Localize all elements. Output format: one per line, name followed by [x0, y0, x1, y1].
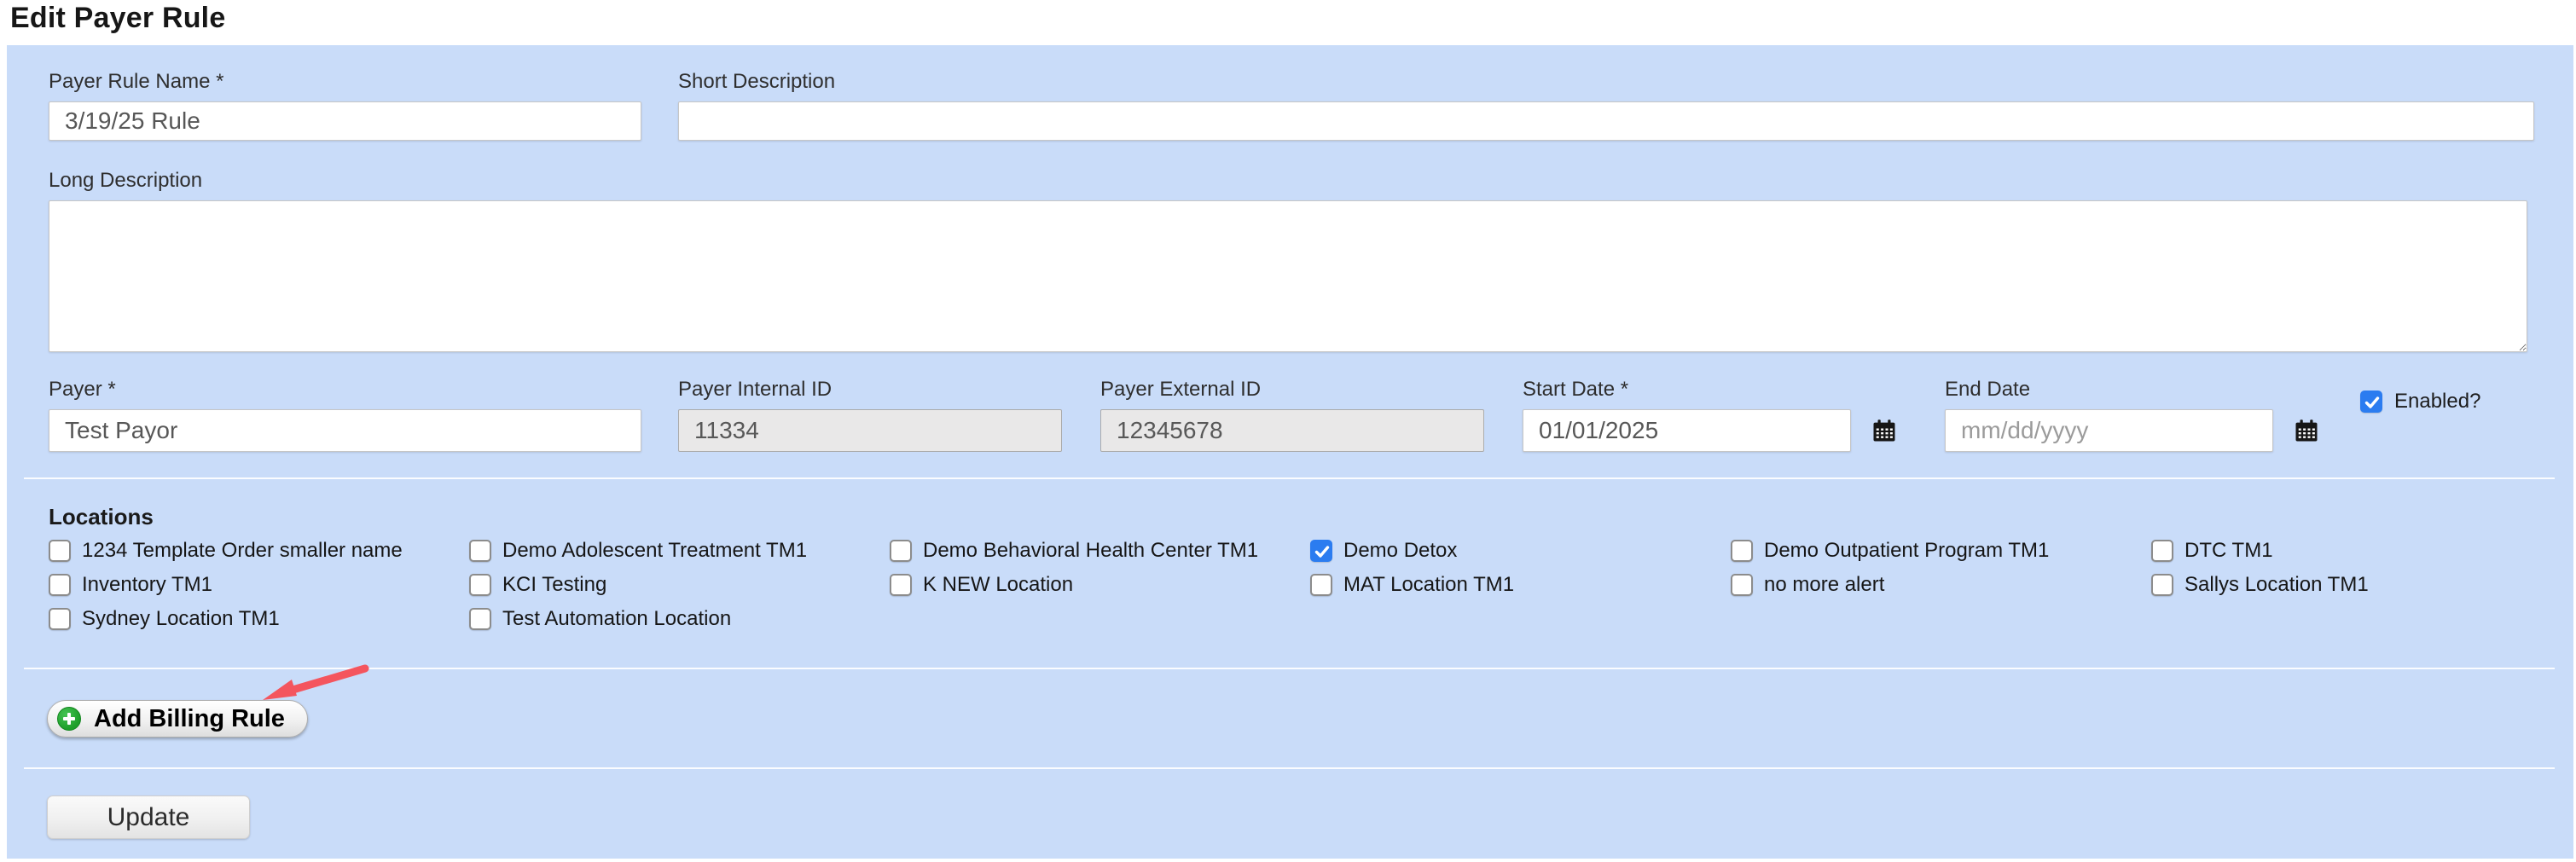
long-description-field: Long Description	[49, 169, 2527, 352]
location-checkbox[interactable]	[49, 574, 71, 596]
location-option[interactable]: 1234 Template Order smaller name	[49, 540, 469, 562]
location-option[interactable]: MAT Location TM1	[1310, 574, 1731, 596]
location-checkbox[interactable]	[2151, 574, 2173, 596]
start-date-input[interactable]	[1523, 409, 1851, 452]
add-billing-rule-button[interactable]: Add Billing Rule	[47, 700, 308, 738]
check-icon	[2363, 393, 2382, 412]
divider	[24, 767, 2555, 769]
update-button[interactable]: Update	[47, 795, 250, 839]
location-option[interactable]: Sydney Location TM1	[49, 608, 469, 630]
end-date-calendar-button[interactable]	[2294, 418, 2319, 443]
payer-rule-name-label: Payer Rule Name *	[49, 70, 641, 94]
location-option[interactable]: Demo Outpatient Program TM1	[1731, 540, 2151, 562]
end-date-input[interactable]	[1945, 409, 2273, 452]
payer-internal-id-label: Payer Internal ID	[678, 378, 1062, 402]
calendar-icon	[1871, 418, 1897, 443]
location-label: DTC TM1	[2184, 539, 2273, 563]
location-label: Sallys Location TM1	[2184, 573, 2369, 597]
location-label: no more alert	[1764, 573, 1884, 597]
payer-rule-form-panel: Payer Rule Name * Short Description Long…	[7, 45, 2573, 859]
location-label: K NEW Location	[923, 573, 1073, 597]
location-checkbox[interactable]	[49, 540, 71, 562]
location-label: 1234 Template Order smaller name	[82, 539, 403, 563]
payer-input[interactable]	[49, 409, 641, 452]
short-description-label: Short Description	[678, 70, 2534, 94]
end-date-label: End Date	[1945, 378, 2319, 402]
location-label: KCI Testing	[502, 573, 606, 597]
red-annotation-arrow-icon	[252, 661, 372, 705]
location-option[interactable]: Test Automation Location	[469, 608, 890, 630]
enabled-group[interactable]: Enabled?	[2360, 390, 2480, 414]
location-option[interactable]: Demo Behavioral Health Center TM1	[890, 540, 1310, 562]
location-label: Sydney Location TM1	[82, 607, 280, 631]
payer-label: Payer *	[49, 378, 641, 402]
enabled-label: Enabled?	[2394, 390, 2480, 414]
payer-field: Payer *	[49, 378, 641, 452]
location-checkbox[interactable]	[2151, 540, 2173, 562]
end-date-field: End Date	[1945, 378, 2319, 452]
location-option[interactable]: K NEW Location	[890, 574, 1310, 596]
location-checkbox[interactable]	[49, 608, 71, 630]
locations-grid: 1234 Template Order smaller name Demo Ad…	[49, 540, 2572, 630]
location-checkbox[interactable]	[469, 574, 491, 596]
divider	[24, 668, 2555, 669]
location-label: Inventory TM1	[82, 573, 212, 597]
add-billing-rule-label: Add Billing Rule	[94, 705, 285, 733]
location-checkbox[interactable]	[1310, 540, 1332, 562]
payer-external-id-field: Payer External ID	[1100, 378, 1484, 452]
location-option[interactable]: Sallys Location TM1	[2151, 574, 2572, 596]
payer-external-id-label: Payer External ID	[1100, 378, 1484, 402]
location-option[interactable]: no more alert	[1731, 574, 2151, 596]
location-option[interactable]: DTC TM1	[2151, 540, 2572, 562]
payer-internal-id-field: Payer Internal ID	[678, 378, 1062, 452]
location-label: MAT Location TM1	[1343, 573, 1514, 597]
location-checkbox[interactable]	[890, 540, 912, 562]
start-date-field: Start Date *	[1523, 378, 1897, 452]
calendar-icon	[2294, 418, 2319, 443]
short-description-field: Short Description	[678, 70, 2534, 141]
check-icon	[1313, 542, 1332, 561]
location-checkbox[interactable]	[890, 574, 912, 596]
location-option[interactable]: Demo Detox	[1310, 540, 1731, 562]
location-checkbox[interactable]	[1731, 540, 1753, 562]
locations-heading: Locations	[49, 504, 154, 530]
enabled-checkbox[interactable]	[2360, 391, 2382, 413]
location-checkbox[interactable]	[1731, 574, 1753, 596]
page-title: Edit Payer Rule	[10, 2, 225, 35]
plus-icon	[57, 707, 81, 731]
location-checkbox[interactable]	[469, 608, 491, 630]
payer-rule-name-input[interactable]	[49, 101, 641, 141]
location-option[interactable]: Inventory TM1	[49, 574, 469, 596]
location-label: Demo Behavioral Health Center TM1	[923, 539, 1258, 563]
long-description-textarea[interactable]	[49, 200, 2527, 352]
location-label: Demo Detox	[1343, 539, 1457, 563]
location-label: Test Automation Location	[502, 607, 731, 631]
location-label: Demo Outpatient Program TM1	[1764, 539, 2049, 563]
long-description-label: Long Description	[49, 169, 2527, 193]
location-option[interactable]: Demo Adolescent Treatment TM1	[469, 540, 890, 562]
start-date-calendar-button[interactable]	[1871, 418, 1897, 443]
divider	[24, 477, 2555, 479]
location-checkbox[interactable]	[469, 540, 491, 562]
start-date-label: Start Date *	[1523, 378, 1897, 402]
payer-rule-name-field: Payer Rule Name *	[49, 70, 641, 141]
payer-external-id-input	[1100, 409, 1484, 452]
short-description-input[interactable]	[678, 101, 2534, 141]
payer-internal-id-input	[678, 409, 1062, 452]
location-checkbox[interactable]	[1310, 574, 1332, 596]
location-label: Demo Adolescent Treatment TM1	[502, 539, 807, 563]
location-option[interactable]: KCI Testing	[469, 574, 890, 596]
